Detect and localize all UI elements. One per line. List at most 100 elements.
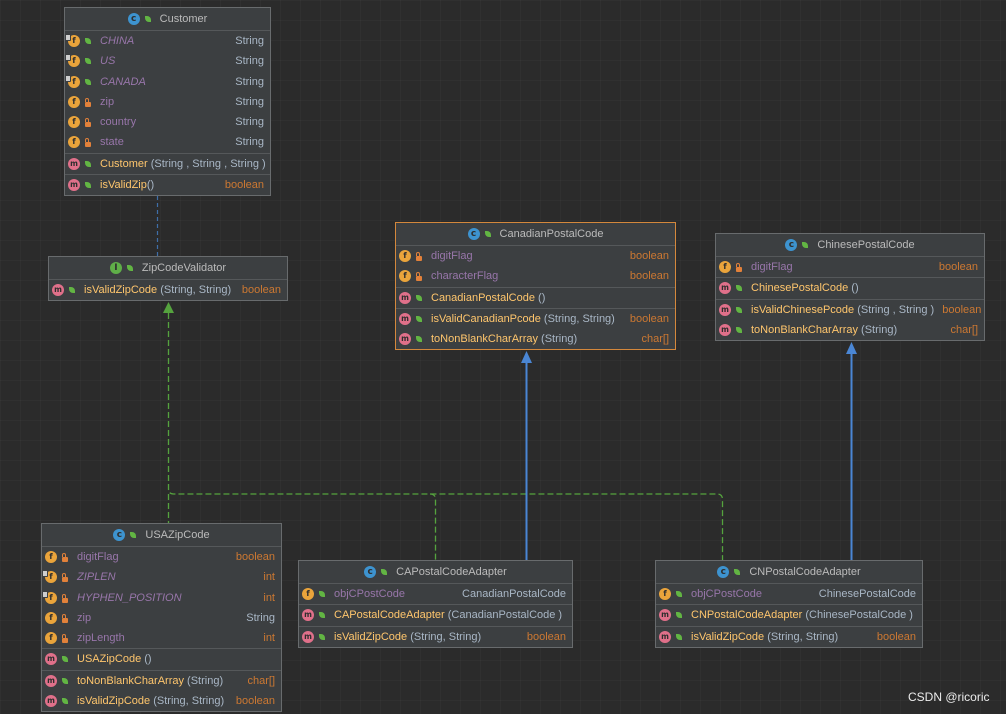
field-row-zip[interactable]: zip String <box>42 608 281 628</box>
class-cnpostalcodeadapter[interactable]: CNPostalCodeAdapter objCPostCode ChinesePo… <box>655 560 923 648</box>
field-row-ziplength[interactable]: zipLength int <box>42 628 281 648</box>
class-header[interactable]: CNPostalCodeAdapter <box>656 561 922 583</box>
class-icon <box>467 228 480 240</box>
method-icon <box>45 674 57 687</box>
field-name: characterFlag <box>431 270 499 283</box>
constructors-section: ChinesePostalCode () <box>716 277 984 298</box>
constructors-section: CNPostalCodeAdapter (ChinesePostalCode ) <box>656 604 922 625</box>
methods-section: toNonBlankCharArray (String) char[] isVali… <box>42 669 281 712</box>
field-name: ZIPLEN <box>77 571 116 584</box>
type-label: boolean <box>938 261 978 273</box>
method-icon <box>719 303 731 316</box>
field-row-digitflag[interactable]: digitFlag boolean <box>716 257 984 277</box>
class-header[interactable]: Customer <box>65 8 270 30</box>
realization-line-capostalcodeadapter[interactable] <box>429 493 437 560</box>
field-row-characterflag[interactable]: characterFlag boolean <box>396 266 675 286</box>
field-row-country[interactable]: country String <box>65 112 270 132</box>
private-icon <box>415 250 423 262</box>
private-icon <box>61 632 69 644</box>
class-header[interactable]: CAPostalCodeAdapter <box>299 561 572 583</box>
method-icon <box>719 323 731 336</box>
field-row-ziplen[interactable]: ZIPLEN int <box>42 567 281 587</box>
constructor-row-customer[interactable]: Customer (String , String , String ) <box>65 154 270 174</box>
inheritance-arrowhead-chinesepostalcode <box>846 342 857 354</box>
field-icon <box>45 551 57 564</box>
public-icon <box>84 76 92 88</box>
class-customer[interactable]: CustomerCHINAStringUSStringCANADAStringz… <box>64 7 271 196</box>
public-icon <box>735 324 743 336</box>
field-row-canada[interactable]: CANADA String <box>65 72 270 92</box>
class-name: CanadianPostalCode <box>499 228 604 240</box>
public-icon <box>144 13 152 25</box>
fields-section: digitFlagbooleanZIPLENintHYPHEN_POSITION… <box>42 546 281 648</box>
public-icon <box>318 588 326 600</box>
method-icon <box>659 609 671 622</box>
public-icon <box>126 262 134 274</box>
inheritance-arrowhead-canadianpostalcode <box>521 351 532 363</box>
constructor-name: Customer <box>100 157 148 170</box>
class-capostalcodeadapter[interactable]: CAPostalCodeAdapter objCPostCode CanadianP… <box>298 560 573 648</box>
class-header[interactable]: ChinesePostalCode <box>716 234 984 256</box>
field-icon <box>302 588 314 601</box>
field-row-objcpostcode[interactable]: objCPostCode CanadianPostalCode <box>299 584 572 604</box>
field-row-us[interactable]: US String <box>65 51 270 71</box>
field-row-hyphen-position[interactable]: HYPHEN_POSITION int <box>42 588 281 608</box>
type-label: boolean <box>629 270 669 283</box>
class-chinesepostalcode[interactable]: ChinesePostalCode digitFlag boolean Chinese… <box>715 233 985 341</box>
constructor-row-usazipcode[interactable]: USAZipCode () <box>42 649 281 669</box>
private-icon <box>61 592 69 604</box>
field-icon <box>65 74 80 88</box>
interface-zipcodevalidator[interactable]: ZipCodeValidator isValidZipCode (String, … <box>48 256 288 302</box>
constructor-row-cnpostalcodeadapter[interactable]: CNPostalCodeAdapter (ChinesePostalCode ) <box>656 605 922 625</box>
class-header[interactable]: ZipCodeValidator <box>49 257 287 279</box>
public-icon <box>129 529 137 541</box>
params-label: (String) <box>184 674 224 687</box>
method-row-isvalidzipcode[interactable]: isValidZipCode (String, String) boolean <box>49 280 287 300</box>
constructor-row-canadianpostalcode[interactable]: CanadianPostalCode () <box>396 288 675 308</box>
field-row-objcpostcode[interactable]: objCPostCode ChinesePostalCode <box>656 584 922 604</box>
field-name: zipLength <box>77 632 125 644</box>
field-row-china[interactable]: CHINA String <box>65 31 270 51</box>
class-canadianpostalcode[interactable]: CanadianPostalCodedigitFlagbooleancharac… <box>395 222 676 351</box>
field-row-digitflag[interactable]: digitFlag boolean <box>396 246 675 266</box>
class-usazipcode[interactable]: USAZipCodedigitFlagbooleanZIPLENintHYPHE… <box>41 523 282 712</box>
constructor-name: CNPostalCodeAdapter <box>691 609 803 622</box>
method-name: isValidZipCode <box>334 630 408 643</box>
method-row-isvalidzipcode[interactable]: isValidZipCode (String, String) boolean <box>42 691 281 711</box>
method-icon <box>302 609 314 622</box>
class-header[interactable]: CanadianPostalCode <box>396 223 675 245</box>
field-row-zip[interactable]: zip String <box>65 92 270 112</box>
params-label: () <box>534 291 546 304</box>
public-icon <box>318 631 326 643</box>
field-icon <box>659 588 671 601</box>
field-row-state[interactable]: state String <box>65 132 270 152</box>
private-icon <box>84 96 92 108</box>
method-row-tononblankchararray[interactable]: toNonBlankCharArray (String) char[] <box>716 320 984 340</box>
type-label: int <box>263 632 275 644</box>
type-label: String <box>235 116 264 128</box>
constructor-row-chinesepostalcode[interactable]: ChinesePostalCode () <box>716 278 984 298</box>
public-icon <box>84 158 92 170</box>
method-row-isvalidcanadianpcode[interactable]: isValidCanadianPcode (String, String) boo… <box>396 309 675 329</box>
class-header[interactable]: USAZipCode <box>42 524 281 546</box>
field-name: zip <box>100 95 115 108</box>
method-row-isvalidzipcode[interactable]: isValidZipCode (String, String) boolean <box>299 627 572 647</box>
field-row-digitflag[interactable]: digitFlag boolean <box>42 547 281 567</box>
field-icon <box>68 136 80 149</box>
method-row-tononblankchararray[interactable]: toNonBlankCharArray (String) char[] <box>396 329 675 349</box>
field-name: HYPHEN_POSITION <box>77 591 182 604</box>
method-row-isvalidzip[interactable]: isValidZip() boolean <box>65 175 270 195</box>
type-label: char[] <box>641 333 669 345</box>
params-label: (String) <box>858 323 898 336</box>
type-label: String <box>235 75 264 88</box>
method-row-tononblankchararray[interactable]: toNonBlankCharArray (String) char[] <box>42 671 281 691</box>
constructor-name: USAZipCode <box>77 653 142 666</box>
field-icon <box>399 250 411 263</box>
method-row-isvalidchinesepcode[interactable]: isValidChinesePcode (String , String ) bo… <box>716 300 984 320</box>
params-label: (String, String) <box>764 630 839 643</box>
type-label: boolean <box>235 694 275 707</box>
constructor-row-capostalcodeadapter[interactable]: CAPostalCodeAdapter (CanadianPostalCode … <box>299 605 572 625</box>
type-label: char[] <box>950 323 978 336</box>
public-icon <box>84 55 92 67</box>
method-row-isvalidzipcode[interactable]: isValidZipCode (String, String) boolean <box>656 627 922 647</box>
